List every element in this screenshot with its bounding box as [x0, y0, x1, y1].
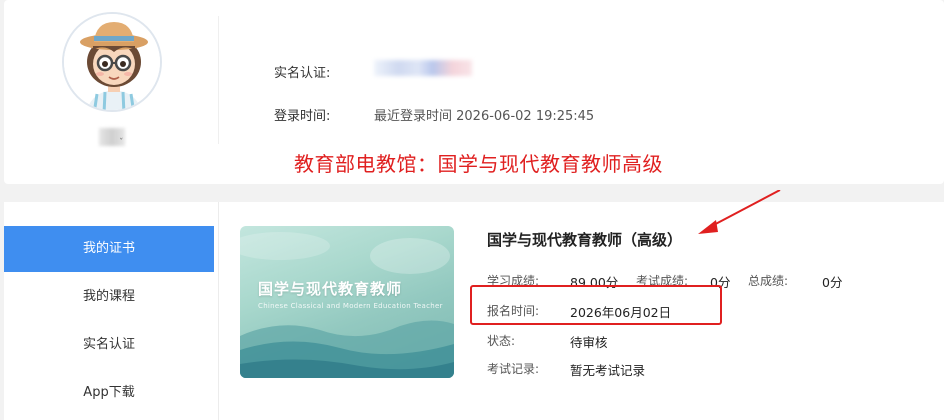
annotation-title: 教育部电教馆：国学与现代教育教师高级 [294, 152, 663, 176]
cover-subtitle: Chinese Classical and Modern Education T… [258, 302, 443, 310]
cover-title: 国学与现代教育教师 [258, 280, 403, 298]
certificate-title[interactable]: 国学与现代教育教师（高级） [487, 229, 682, 250]
status-value: 待审核 [570, 335, 608, 350]
profile-card: ˇ 实名认证: 登录时间: 最近登录时间 2026-06-02 19:25:45… [4, 0, 944, 184]
username-mark: ˇ [119, 138, 124, 148]
sidebar: 我的证书 我的课程 实名认证 App下载 [4, 202, 214, 420]
main-card: 我的证书 我的课程 实名认证 App下载 国学与现代教育教师 Chinese C… [4, 190, 944, 420]
login-label: 登录时间: [274, 109, 331, 124]
total-score-label: 总成绩: [748, 274, 789, 288]
exam-record-label: 考试记录: [487, 362, 540, 376]
exam-record-value: 暂无考试记录 [570, 363, 646, 378]
realname-label: 实名认证: [274, 66, 331, 81]
certificate-cover[interactable]: 国学与现代教育教师 Chinese Classical and Modern E… [240, 226, 454, 378]
sidebar-item-courses[interactable]: 我的课程 [4, 274, 214, 320]
realname-redacted [374, 60, 472, 76]
avatar-illustration-icon [64, 14, 160, 110]
sidebar-divider [218, 202, 219, 420]
annotation-arrow-icon [698, 190, 781, 234]
sidebar-item-certificates[interactable]: 我的证书 [4, 226, 214, 272]
login-time: 最近登录时间 2026-06-02 19:25:45 [374, 109, 595, 124]
enroll-time-highlight-box [470, 285, 722, 325]
sidebar-item-app-download[interactable]: App下载 [4, 370, 214, 416]
sidebar-item-verification[interactable]: 实名认证 [4, 322, 214, 368]
status-label: 状态: [487, 334, 516, 348]
profile-divider [218, 16, 219, 144]
total-score-value: 0分 [822, 275, 843, 290]
avatar[interactable] [62, 12, 162, 112]
